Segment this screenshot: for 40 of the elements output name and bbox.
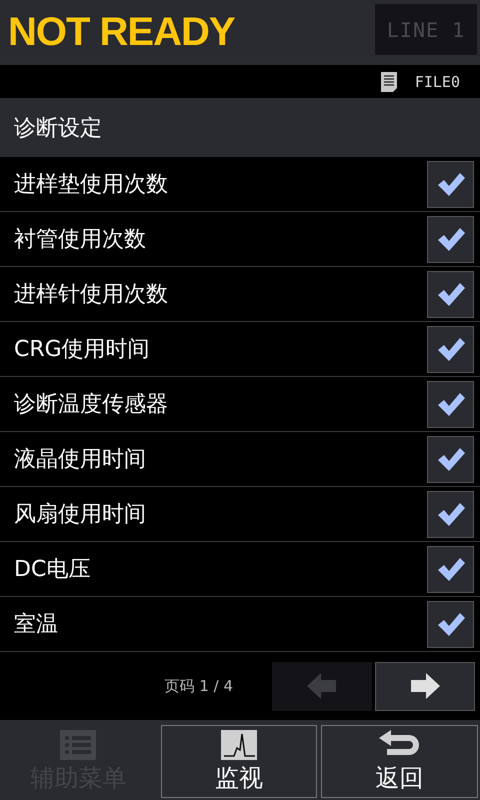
page-indicator: 页码 1 / 4	[164, 676, 233, 696]
check-icon	[436, 446, 466, 472]
section-title: 诊断设定	[14, 114, 102, 142]
check-icon	[436, 171, 466, 197]
status-text: NOT READY	[8, 10, 235, 55]
check-icon	[436, 611, 466, 637]
monitor-button[interactable]: 监视	[160, 725, 318, 798]
item-label: 进样垫使用次数	[14, 171, 168, 199]
document-icon	[380, 72, 397, 92]
right-arrow-icon	[410, 673, 440, 699]
left-arrow-icon	[307, 673, 337, 699]
item-label: DC电压	[14, 556, 90, 584]
check-icon	[436, 391, 466, 417]
next-page-button[interactable]	[375, 662, 475, 710]
checkbox[interactable]	[427, 270, 474, 318]
checkbox[interactable]	[427, 546, 474, 592]
checkbox[interactable]	[427, 160, 474, 208]
check-icon	[436, 501, 466, 527]
checkbox[interactable]	[427, 216, 474, 262]
item-label: 诊断温度传感器	[14, 391, 168, 419]
check-icon	[436, 556, 466, 582]
item-label: 进样针使用次数	[14, 281, 168, 309]
item-label: 风扇使用时间	[14, 501, 146, 529]
checkbox[interactable]	[427, 600, 474, 648]
item-label: CRG使用时间	[14, 336, 150, 364]
item-label: 液晶使用时间	[14, 446, 146, 474]
check-icon	[436, 281, 466, 307]
chromatogram-icon	[221, 730, 257, 760]
file-name: FILE0	[414, 72, 460, 90]
back-button[interactable]: 返回	[321, 725, 478, 798]
item-label: 室温	[14, 611, 58, 639]
item-label: 衬管使用次数	[14, 226, 146, 254]
checkbox[interactable]	[427, 380, 474, 428]
checkbox[interactable]	[427, 436, 474, 482]
check-icon	[436, 226, 466, 252]
checkbox[interactable]	[427, 326, 474, 372]
line-indicator: LINE 1	[375, 4, 477, 55]
checkbox[interactable]	[427, 490, 474, 538]
check-icon	[436, 336, 466, 362]
list-icon	[60, 730, 96, 760]
